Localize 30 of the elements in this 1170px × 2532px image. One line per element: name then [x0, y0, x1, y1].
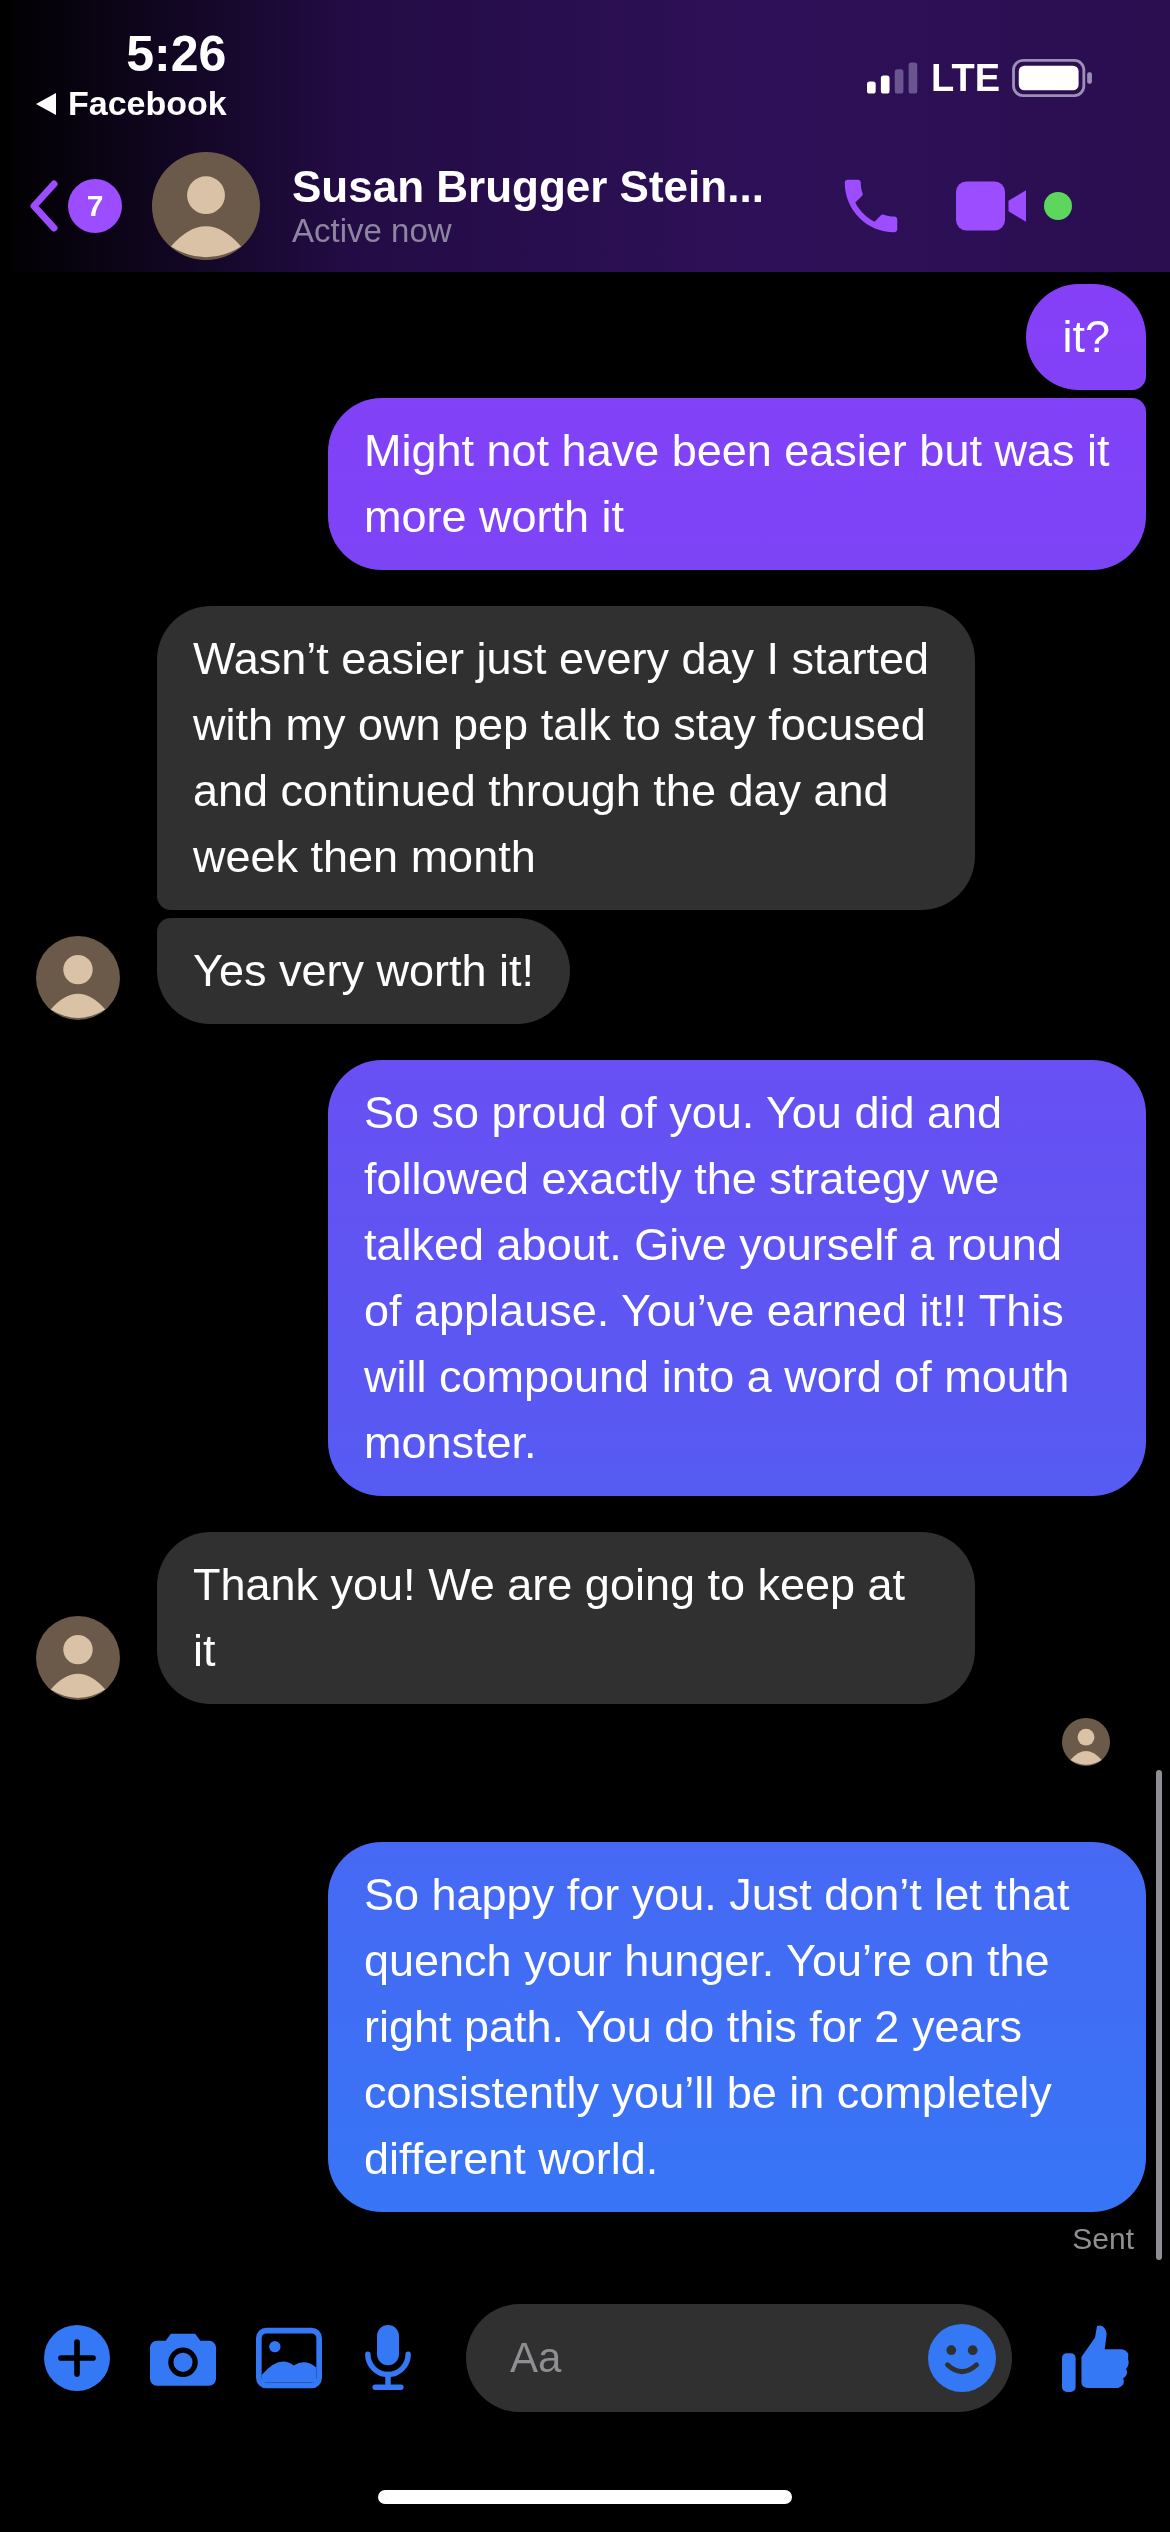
message-bubble: Wasn’t easier just every day I started with my own pep talk to stay focused and continued through the day and week then month [157, 606, 975, 910]
contact-avatar-icon[interactable] [152, 152, 260, 260]
contact-status: Active now [292, 212, 453, 250]
microphone-icon[interactable] [362, 2325, 414, 2391]
battery-icon [1012, 59, 1092, 97]
back-to-app-link[interactable]: Facebook [68, 84, 227, 123]
back-button[interactable]: 7 [28, 179, 122, 233]
emoji-icon[interactable] [928, 2324, 996, 2392]
video-camera-icon[interactable] [956, 181, 1026, 231]
back-chevron-icon[interactable] [28, 180, 58, 232]
message-bubble: Thank you! We are going to keep at it [157, 1532, 975, 1704]
message-input-field[interactable]: Aa [466, 2304, 1012, 2412]
thumbs-up-icon[interactable] [1062, 2324, 1130, 2392]
network-label: LTE [931, 56, 1000, 100]
message-bubble: Yes very worth it! [157, 918, 570, 1024]
image-icon[interactable] [256, 2325, 322, 2391]
back-triangle-icon[interactable] [36, 92, 56, 115]
delivery-status: Sent [1072, 2222, 1134, 2256]
message-bubble: So happy for you. Just don’t let that quench your hunger. You’re on the right path. You do this for 2 years consistently you’ll be in completely different world. [328, 1842, 1146, 2212]
status-time: 5:26 [126, 25, 227, 84]
contact-name[interactable]: Susan Brugger Stein... [292, 162, 832, 212]
plus-icon[interactable] [44, 2325, 110, 2391]
avatar-icon[interactable] [36, 1616, 120, 1700]
unread-badge: 7 [68, 179, 122, 233]
message-bubble: it? [1026, 284, 1146, 390]
message-bubble: So so proud of you. You did and followed exactly the strategy we talked about. Give yourself a round of applause. You’ve earned it!! This will compound into a word of mouth monster. [328, 1060, 1146, 1496]
signal-icon [867, 62, 920, 94]
read-receipt-avatar-icon [1062, 1718, 1110, 1766]
avatar-icon[interactable] [36, 936, 120, 1020]
message-bubble: Might not have been easier but was it more worth it [328, 398, 1146, 570]
